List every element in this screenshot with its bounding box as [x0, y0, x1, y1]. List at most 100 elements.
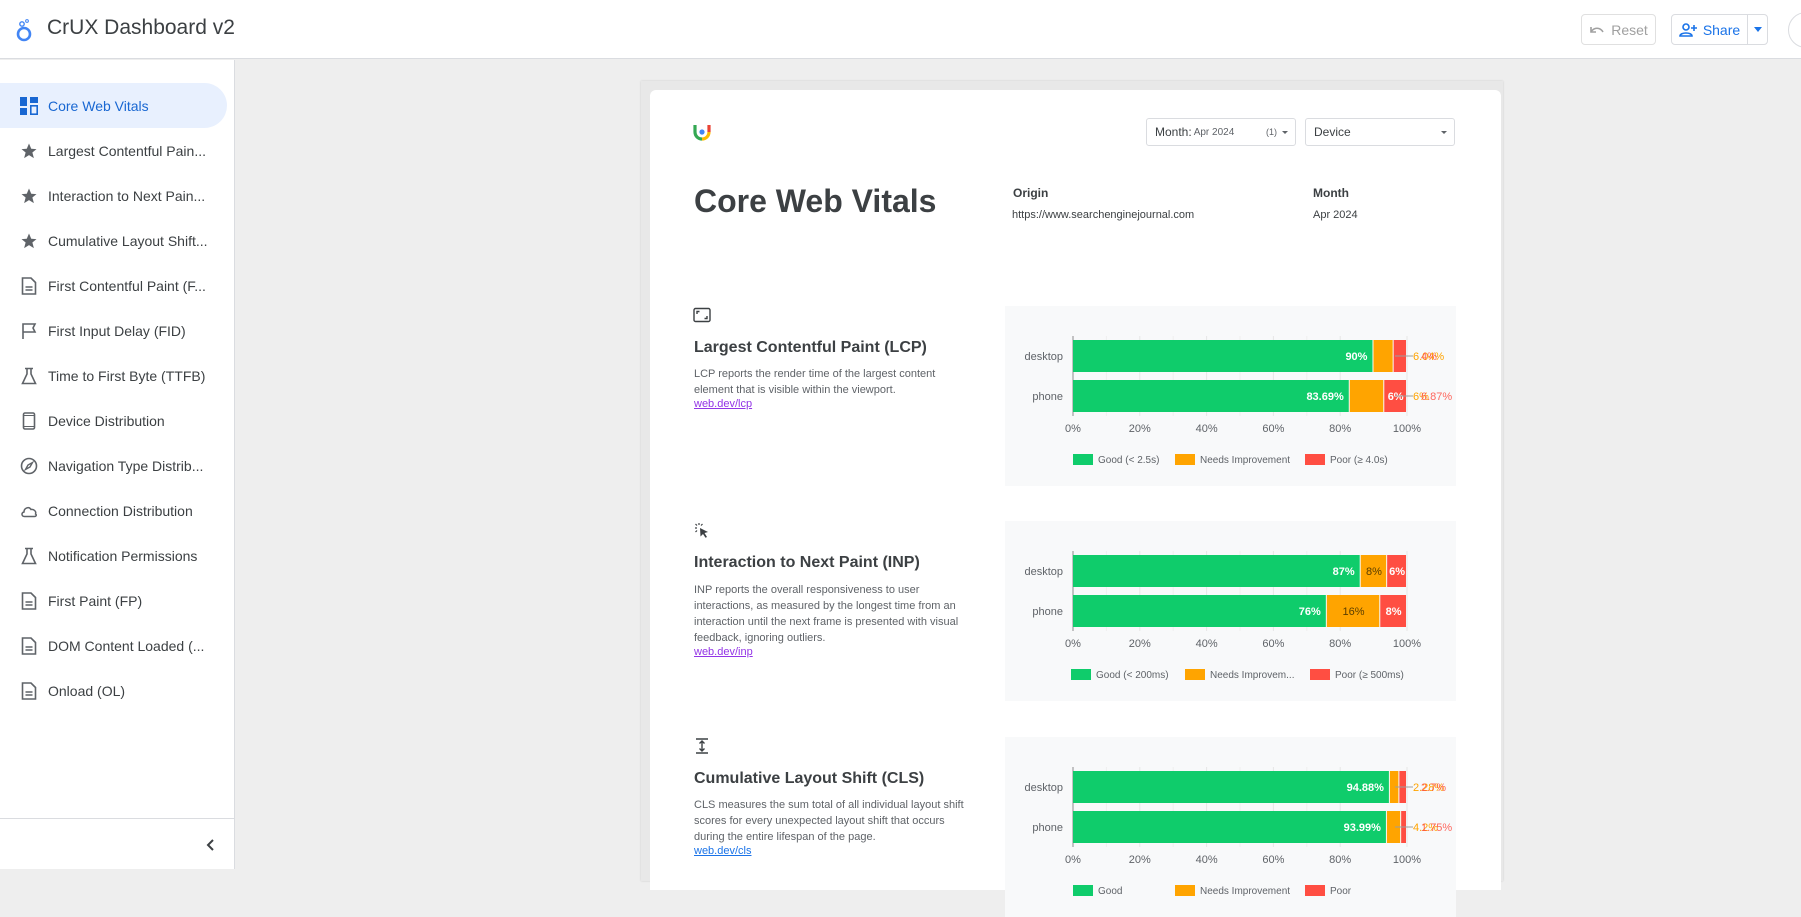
x-tick-label: 60% [1262, 854, 1284, 866]
legend-swatch [1071, 669, 1091, 680]
sidebar-item-onload[interactable]: Onload (OL) [0, 668, 227, 713]
data-label: 6% [1388, 391, 1404, 403]
page-title: Core Web Vitals [694, 183, 937, 219]
inp-link[interactable]: web.dev/inp [694, 646, 753, 658]
x-tick-label: 20% [1129, 638, 1151, 650]
share-dropdown-button[interactable] [1747, 15, 1767, 44]
phone-icon [20, 411, 38, 430]
month-label: Month [1313, 186, 1349, 200]
sidebar-item-label: First Contentful Paint (F... [48, 277, 206, 294]
sidebar-item-first-paint[interactable]: First Paint (FP) [0, 578, 227, 623]
legend-label: Needs Improvem... [1210, 670, 1294, 681]
sidebar-item-dom-content-loaded[interactable]: DOM Content Loaded (... [0, 623, 227, 668]
legend-label: Poor (≥ 4.0s) [1330, 455, 1388, 466]
document-icon [20, 591, 38, 610]
lcp-description: LCP reports the render time of the large… [694, 368, 936, 396]
sidebar-item-ttfb[interactable]: Time to First Byte (TTFB) [0, 353, 227, 398]
lcp-chart: 0% 20% 40% 60% 80% 100% desktop 90% 6.04% 4% phone… [1005, 306, 1456, 486]
legend-swatch [1305, 885, 1325, 896]
data-label: 94.88% [1347, 782, 1385, 794]
vertical-align-icon [696, 738, 708, 754]
x-tick-label: 20% [1129, 854, 1151, 866]
bar-segment [1073, 555, 1360, 587]
star-icon [20, 187, 38, 205]
legend-label: Poor (≥ 500ms) [1335, 670, 1404, 681]
lcp-link[interactable]: web.dev/lcp [694, 398, 752, 410]
sidebar-item-label: Interaction to Next Pain... [48, 187, 206, 204]
legend-label: Good [1098, 886, 1122, 897]
data-label: 83.69% [1306, 391, 1344, 403]
legend-swatch [1073, 885, 1093, 896]
legend-label: Good (< 200ms) [1096, 670, 1169, 681]
outside-data-label: 2.7% [1421, 782, 1446, 794]
bar-segment [1073, 340, 1373, 372]
sidebar-item-fcp[interactable]: First Contentful Paint (F... [0, 263, 227, 308]
sidebar-nav: Core Web Vitals Largest Contentful Pain.… [0, 60, 235, 869]
data-label: 6% [1389, 566, 1405, 578]
share-button[interactable]: Share [1672, 15, 1747, 44]
origin-label: Origin [1013, 186, 1049, 200]
bar-segment [1073, 595, 1326, 627]
flag-icon [20, 322, 38, 340]
sidebar-item-device-distribution[interactable]: Device Distribution [0, 398, 227, 443]
legend-label: Needs Improvement [1200, 455, 1290, 466]
data-label: 90% [1345, 351, 1367, 363]
bar-segment [1373, 340, 1393, 372]
x-tick-label: 80% [1329, 423, 1351, 435]
sidebar-item-label: DOM Content Loaded (... [48, 637, 205, 654]
outside-data-label: 1.75% [1421, 822, 1452, 834]
device-filter[interactable]: Device [1305, 118, 1455, 146]
x-tick-label: 100% [1393, 854, 1421, 866]
star-icon [20, 142, 38, 160]
share-label: Share [1702, 21, 1741, 38]
origin-value: https://www.searchenginejournal.com [1012, 209, 1195, 221]
chevron-left-icon [206, 839, 214, 851]
caret-down-icon [1753, 27, 1762, 32]
cls-link[interactable]: web.dev/cls [694, 845, 751, 857]
data-label: 87% [1333, 566, 1355, 578]
reset-button[interactable]: Reset [1581, 14, 1656, 45]
flask-icon [20, 547, 38, 565]
data-label: 76% [1299, 606, 1321, 618]
top-bar: CrUX Dashboard v2 Reset Share [0, 0, 1801, 59]
sidebar-item-label: First Input Delay (FID) [48, 322, 186, 339]
category-label: desktop [1024, 351, 1063, 363]
sidebar-item-inp[interactable]: Interaction to Next Pain... [0, 173, 227, 218]
sidebar-item-core-web-vitals[interactable]: Core Web Vitals [0, 83, 227, 128]
account-avatar[interactable] [1788, 12, 1801, 48]
x-tick-label: 0% [1065, 423, 1081, 435]
data-label: 8% [1366, 566, 1382, 578]
sidebar-footer [0, 818, 235, 869]
bar-segment [1349, 380, 1384, 412]
month-filter-count: (1) [1266, 127, 1277, 137]
sidebar-item-fid[interactable]: First Input Delay (FID) [0, 308, 227, 353]
click-icon [695, 523, 708, 538]
x-tick-label: 60% [1262, 423, 1284, 435]
bar-segment [1073, 771, 1389, 803]
sidebar-item-lcp[interactable]: Largest Contentful Pain... [0, 128, 227, 173]
legend-swatch [1073, 454, 1093, 465]
sidebar-item-notification-permissions[interactable]: Notification Permissions [0, 533, 227, 578]
sidebar-item-label: Connection Distribution [48, 502, 193, 519]
legend-label: Needs Improvement [1200, 886, 1290, 897]
sidebar-item-label: Core Web Vitals [48, 97, 149, 114]
person-add-icon [1679, 22, 1697, 37]
document-icon [20, 276, 38, 295]
sidebar-item-label: Notification Permissions [48, 547, 198, 564]
reset-label: Reset [1611, 21, 1648, 38]
data-label: 16% [1343, 606, 1365, 618]
sidebar-item-connection-distribution[interactable]: Connection Distribution [0, 488, 227, 533]
sidebar-item-label: Cumulative Layout Shift... [48, 232, 208, 249]
x-tick-label: 20% [1129, 423, 1151, 435]
sidebar-item-navigation-type[interactable]: Navigation Type Distrib... [0, 443, 227, 488]
month-filter[interactable]: Month: Apr 2024 (1) [1146, 118, 1296, 146]
sidebar-item-cls[interactable]: Cumulative Layout Shift... [0, 218, 227, 263]
caret-down-icon [1441, 131, 1447, 134]
document-icon [20, 681, 38, 700]
inp-chart: 0% 20% 40% 60% 80% 100% desktop 87% 8% 6% phone 76%… [1005, 521, 1456, 701]
caret-down-icon [1282, 131, 1288, 134]
x-tick-label: 60% [1262, 638, 1284, 650]
collapse-sidebar-button[interactable] [200, 835, 220, 855]
category-label: phone [1032, 606, 1063, 618]
device-filter-label: Device [1314, 125, 1351, 139]
